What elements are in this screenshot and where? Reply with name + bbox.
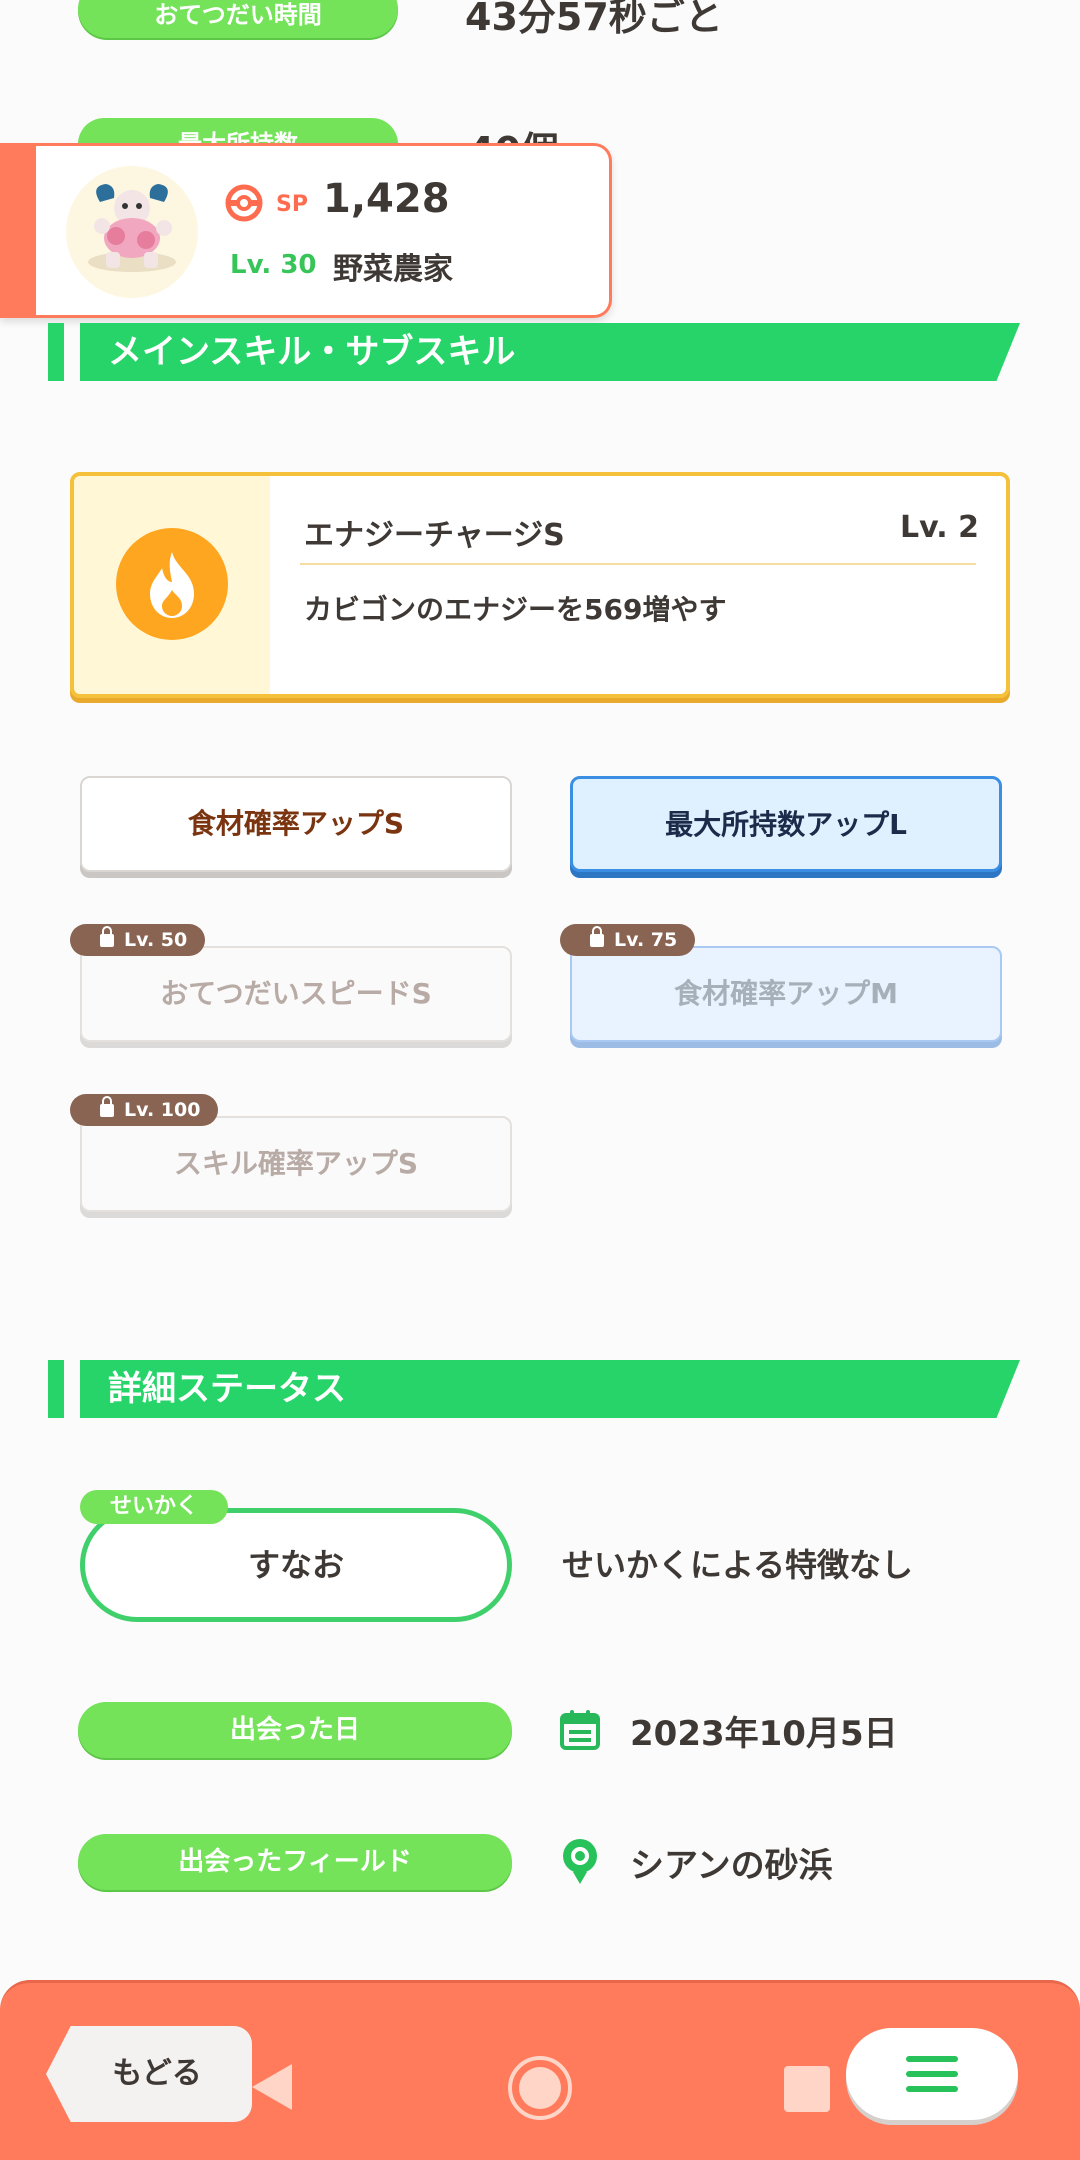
details-section-title: 詳細ステータス [108,1369,346,1409]
pokemon-role: 野菜農家 [333,252,453,287]
pokemon-avatar [66,166,198,298]
main-skill-description: カビゴンのエナジーを569増やす [304,593,727,626]
main-skill-card[interactable]: エナジーチャージS Lv. 2 カビゴンのエナジーを569増やす [70,472,1010,698]
hamburger-icon-line [906,2086,958,2092]
met-date-label: 出会った日 [78,1702,512,1758]
sp-value: 1,428 [323,176,450,222]
fire-icon [116,528,228,640]
lock-icon [100,1096,114,1117]
unlock-tag-lv75: Lv. 75 [560,924,696,956]
skill-divider [300,563,976,565]
main-skill-name: エナジーチャージS [304,518,565,553]
sp-label: SP [276,192,308,217]
calendar-icon [558,1708,602,1752]
nature-tag: せいかく [80,1490,228,1524]
details-section-header: 詳細ステータス [48,1360,1020,1418]
met-field-value: シアンの砂浜 [630,1846,833,1886]
pokemon-level: Lv. 30 [230,250,317,280]
pokemon-summary-card: SP 1,428 Lv. 30 野菜農家 [0,143,612,318]
skills-section-title: メインスキル・サブスキル [108,332,516,372]
lock-icon [590,926,604,947]
unlock-level: Lv. 100 [124,1099,201,1121]
met-date-value: 2023年10月5日 [630,1714,898,1754]
sub-skill-5-button[interactable]: スキル確率アップS [80,1116,512,1212]
nature-effect: せいかくによる特徴なし [562,1546,914,1584]
header-stub [48,1360,64,1418]
skill-icon-panel [74,476,270,694]
hamburger-icon [906,2056,958,2062]
main-skill-level: Lv. 2 [900,510,979,545]
header-stub [48,323,64,381]
menu-button[interactable] [846,2028,1018,2120]
system-recents-icon[interactable] [784,2066,830,2112]
met-field-label: 出会ったフィールド [78,1834,512,1890]
system-back-icon[interactable] [248,2062,294,2112]
hamburger-icon-line [906,2071,958,2077]
help-time-value: 43分57秒ごと [465,0,723,39]
unlock-level: Lv. 50 [124,929,188,951]
card-accent-strip [0,146,36,315]
sub-skill-1-button[interactable]: 食材確率アップS [80,776,512,872]
unlock-level: Lv. 75 [614,929,678,951]
sub-skill-3-button[interactable]: おてつだいスピードS [80,946,512,1042]
sp-icon [225,184,263,222]
unlock-tag-lv50: Lv. 50 [70,924,206,956]
system-home-icon[interactable] [506,2054,574,2122]
help-time-label: おてつだい時間 [78,0,398,38]
sub-skill-4-button[interactable]: 食材確率アップM [570,946,1002,1042]
unlock-tag-lv100: Lv. 100 [70,1094,219,1126]
back-button[interactable]: もどる [46,2026,252,2122]
skills-section-header: メインスキル・サブスキル [48,323,1020,381]
sub-skill-2-button[interactable]: 最大所持数アップL [570,776,1002,872]
nature-value-box: すなお [80,1508,512,1622]
location-pin-icon [558,1836,602,1886]
lock-icon [100,926,114,947]
